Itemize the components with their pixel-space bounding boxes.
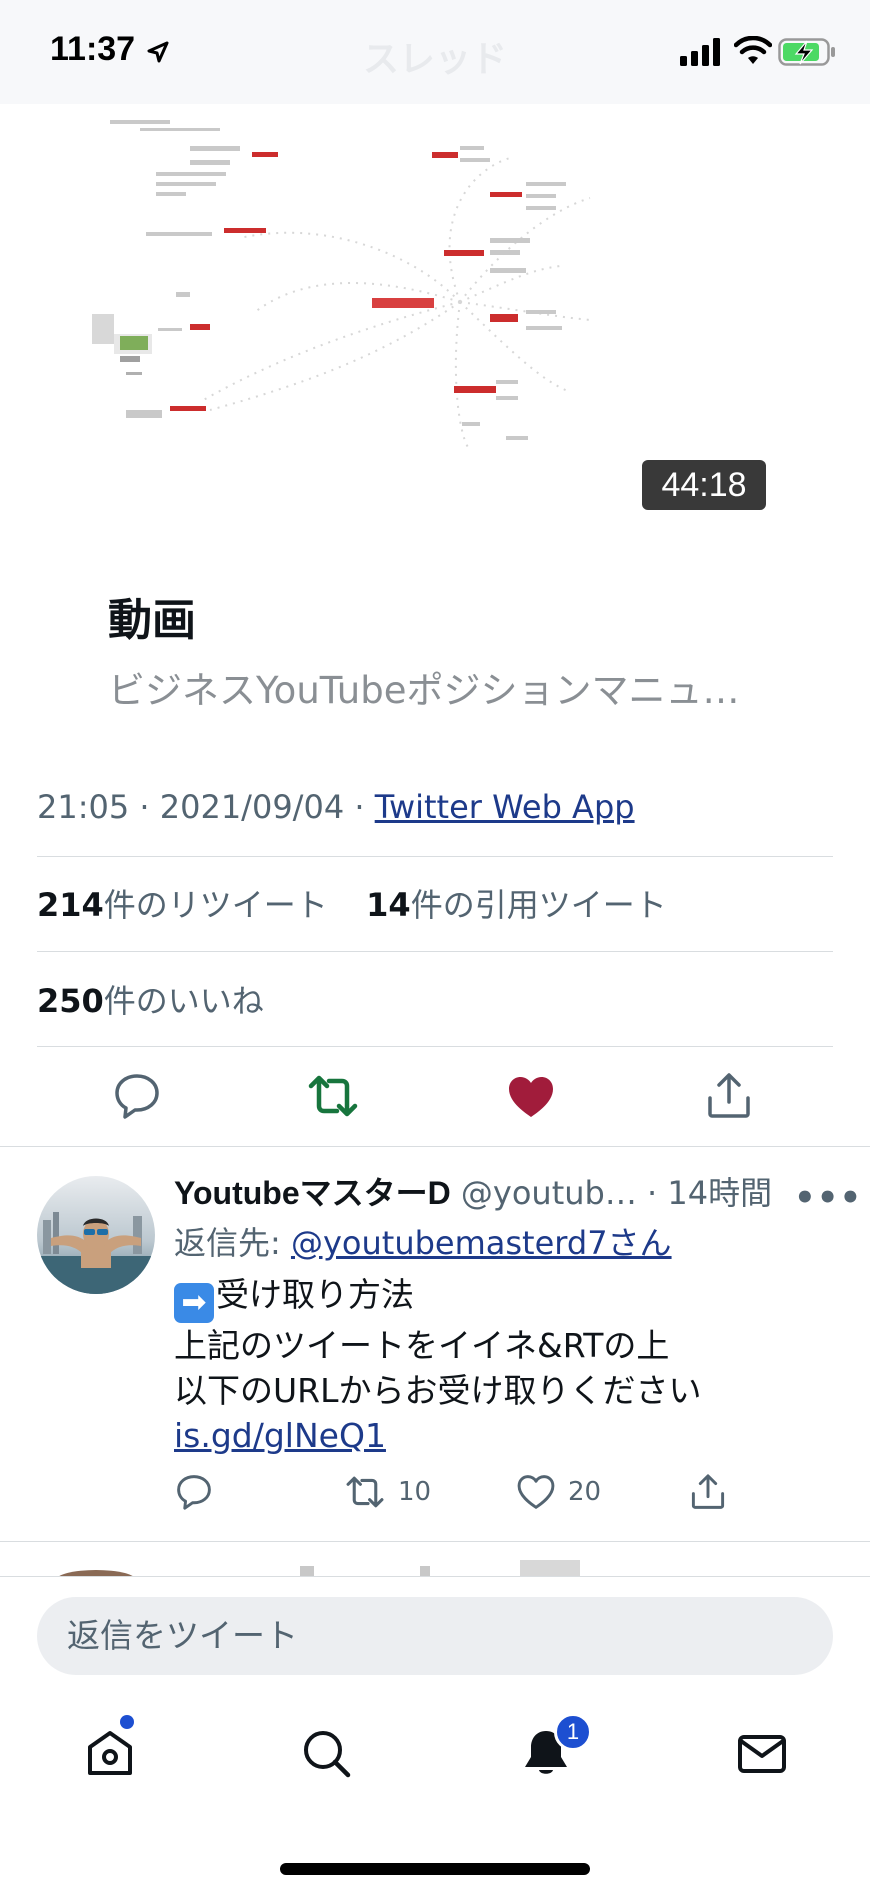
- tweet-date: 2021/09/04: [159, 788, 345, 826]
- media-type-label: 動画: [108, 595, 196, 646]
- clock: 11:37: [50, 30, 136, 68]
- meta-separator: ·: [129, 788, 160, 826]
- reply-to-line: 返信先: @youtubemasterd7さん: [174, 1218, 672, 1264]
- right-arrow-emoji-icon: ➡: [174, 1283, 214, 1323]
- like-icon-filled[interactable]: [505, 1071, 557, 1123]
- tweet-time: 21:05: [37, 788, 130, 826]
- reply-line-3: 以下のURLからお受け取りください: [174, 1371, 702, 1410]
- likes-stat[interactable]: 250件のいいね: [37, 976, 264, 1022]
- bottom-bar: 返信をツイート 1: [0, 1576, 870, 1884]
- divider: [37, 856, 833, 857]
- avatar[interactable]: [37, 1176, 155, 1294]
- quotes-stat[interactable]: 14件の引用ツイート: [366, 886, 667, 924]
- reply-to-prefix: 返信先:: [174, 1224, 291, 1262]
- share-icon: [691, 1474, 725, 1509]
- reply-to-user-link[interactable]: @youtubemasterd7さん: [291, 1224, 672, 1262]
- divider: [0, 1146, 870, 1147]
- more-options-icon[interactable]: •••: [794, 1178, 862, 1218]
- reply-line-2: 上記のツイートをイイネ&RTの上: [174, 1326, 670, 1365]
- divider: [37, 951, 833, 952]
- tweet-source-link[interactable]: Twitter Web App: [375, 788, 635, 826]
- likes-count: 250: [37, 982, 104, 1020]
- retweets-count: 214: [37, 886, 104, 924]
- retweet-icon[interactable]: [307, 1070, 359, 1122]
- reply-header: YoutubeマスターD @youtub… · 14時間: [174, 1168, 772, 1214]
- home-icon[interactable]: [82, 1725, 138, 1781]
- divider: [0, 1541, 870, 1542]
- reply-retweet-count: 10: [398, 1477, 432, 1507]
- reply-author-name[interactable]: YoutubeマスターD: [174, 1175, 451, 1211]
- battery-charging-icon: [778, 38, 835, 66]
- share-icon[interactable]: [703, 1070, 755, 1122]
- reply-reply-button[interactable]: [174, 1472, 214, 1512]
- likes-label: 件のいいね: [103, 982, 264, 1020]
- media-title: ビジネスYouTubeポジションマニュ…: [108, 669, 740, 712]
- reply-line-1: 受け取り方法: [216, 1275, 414, 1314]
- video-duration-badge: 44:18: [642, 460, 766, 510]
- reply-like-count: 20: [568, 1477, 602, 1507]
- reply-composer-input[interactable]: 返信をツイート: [37, 1597, 833, 1675]
- location-arrow-icon: [147, 41, 169, 63]
- reply-like-button[interactable]: 20: [516, 1472, 601, 1512]
- retweet-icon: [346, 1476, 384, 1508]
- home-indicator: [280, 1863, 590, 1875]
- messages-envelope-icon[interactable]: [734, 1725, 790, 1781]
- next-reply-preview: [59, 1560, 580, 1576]
- reply-author-handle[interactable]: @youtub…: [461, 1174, 637, 1212]
- engagement-stats: 214件のリツイート 14件の引用ツイート: [37, 880, 667, 926]
- divider: [37, 1046, 833, 1047]
- meta-separator: ·: [344, 788, 375, 826]
- quotes-label: 件の引用ツイート: [410, 886, 667, 924]
- heart-outline-icon: [517, 1475, 555, 1509]
- quotes-count: 14: [366, 886, 411, 924]
- reply-share-button[interactable]: [688, 1472, 728, 1512]
- reply-icon: [177, 1475, 211, 1510]
- retweets-label: 件のリツイート: [103, 886, 328, 924]
- reply-icon[interactable]: [111, 1070, 163, 1122]
- reply-time: · 14時間: [647, 1174, 773, 1212]
- status-bar: スレッド 11:37: [0, 0, 870, 104]
- cellular-signal-icon: [680, 38, 720, 66]
- reply-link[interactable]: is.gd/glNeQ1: [174, 1416, 386, 1455]
- home-new-content-dot: [120, 1715, 134, 1729]
- search-icon[interactable]: [298, 1725, 354, 1781]
- video-card[interactable]: 44:18 動画 ビジネスYouTubeポジションマニュ…: [70, 104, 800, 744]
- reply-text: ➡ 受け取り方法 上記のツイートをイイネ&RTの上 以下のURLからお受け取りくだ…: [174, 1272, 701, 1458]
- retweets-stat[interactable]: 214件のリツイート: [37, 886, 328, 924]
- wifi-icon: [734, 36, 772, 64]
- tweet-timestamp: 21:05 · 2021/09/04 · Twitter Web App: [37, 788, 635, 826]
- notification-badge: 1: [554, 1713, 592, 1751]
- reply-retweet-button[interactable]: 10: [344, 1472, 431, 1512]
